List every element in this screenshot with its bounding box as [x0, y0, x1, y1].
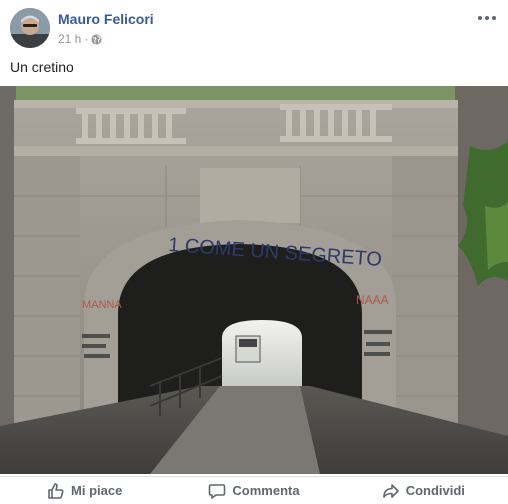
- author-name[interactable]: Mauro Felicori: [58, 11, 154, 27]
- graffiti-right: NAAA: [356, 293, 389, 307]
- post-time[interactable]: 21 h: [58, 32, 81, 46]
- comment-bubble-icon: [209, 483, 226, 499]
- post-photo[interactable]: 1 COME UN SEGRETO NAAA MANNA: [0, 86, 508, 474]
- facebook-post: Mauro Felicori 21 h · Un cretino 1 COME …: [0, 0, 508, 504]
- graffiti-left: MANNA: [82, 299, 122, 311]
- comment-label: Commenta: [232, 483, 300, 498]
- globe-icon[interactable]: [91, 33, 102, 45]
- share-label: Condividi: [405, 483, 465, 498]
- more-dots-icon[interactable]: [476, 10, 498, 26]
- meta-separator: ·: [84, 32, 89, 46]
- share-arrow-icon: [382, 483, 399, 498]
- avatar-photo: [10, 8, 50, 48]
- post-header: Mauro Felicori 21 h ·: [10, 8, 498, 52]
- author-avatar[interactable]: [10, 8, 50, 48]
- post-text: Un cretino: [10, 59, 74, 75]
- thumbs-up-icon: [48, 482, 64, 499]
- bridge-tunnel-image: 1 COME UN SEGRETO NAAA MANNA: [0, 86, 508, 474]
- like-label: Mi piace: [71, 483, 123, 498]
- like-button[interactable]: Mi piace: [0, 477, 169, 504]
- post-actions-bar: Mi piace Commenta Condividi: [0, 476, 508, 504]
- comment-button[interactable]: Commenta: [169, 477, 338, 504]
- post-meta: 21 h ·: [58, 32, 102, 46]
- share-button[interactable]: Condividi: [339, 477, 508, 504]
